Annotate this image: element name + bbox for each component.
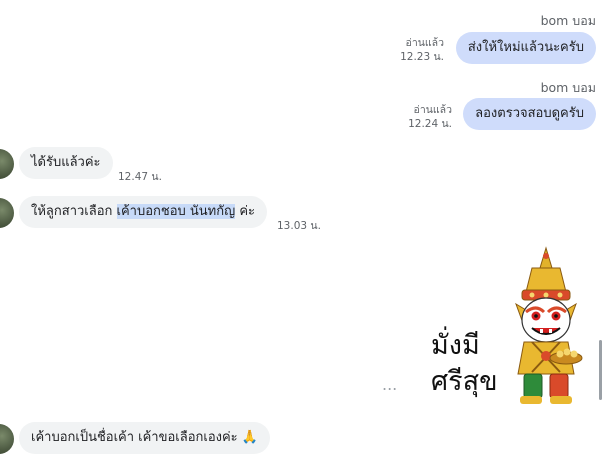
message-bubble-incoming[interactable]: เค้าบอกเป็นชื่อเค้า เค้าขอเลือกเองค่ะ 🙏	[19, 422, 270, 454]
avatar[interactable]	[0, 424, 14, 454]
message-bubble-outgoing[interactable]: ส่งให้ใหม่แล้วนะครับ	[455, 32, 596, 64]
message-time: 12.23 น.	[400, 51, 444, 63]
message-text: ให้ลูกสาวเลือก	[31, 204, 117, 219]
message-time: 13.03 น.	[277, 220, 321, 232]
sticker-line: ศรีสุข	[431, 366, 498, 397]
sender-name: bom บอม	[540, 80, 596, 95]
sticker-line: มั่งมี	[431, 330, 480, 361]
message-time: 12.24 น.	[408, 118, 452, 130]
read-label: อ่านแล้ว	[405, 37, 444, 49]
more-options-icon[interactable]: ...	[382, 375, 397, 394]
read-status: อ่านแล้ว 12.23 น.	[400, 36, 444, 64]
message-time: 12.47 น.	[118, 171, 162, 183]
sticker-character-icon[interactable]	[496, 246, 596, 408]
selected-text: เค้าบอกชอบ นันทกัญ	[116, 204, 236, 219]
sender-name: bom บอม	[540, 13, 596, 28]
message-bubble-incoming[interactable]: ให้ลูกสาวเลือก เค้าบอกชอบ นันทกัญ ค่ะ	[19, 196, 268, 228]
message-bubble-outgoing[interactable]: ลองตรวจสอบดูครับ	[463, 98, 596, 130]
read-status: อ่านแล้ว 12.24 น.	[408, 103, 452, 131]
message-bubble-incoming[interactable]: ได้รับแล้วค่ะ	[19, 147, 113, 179]
message-text: ค่ะ	[235, 204, 256, 219]
avatar[interactable]	[0, 198, 14, 228]
sticker-caption: มั่งมี ศรีสุข	[431, 328, 498, 400]
avatar[interactable]	[0, 149, 14, 179]
read-label: อ่านแล้ว	[413, 104, 452, 116]
